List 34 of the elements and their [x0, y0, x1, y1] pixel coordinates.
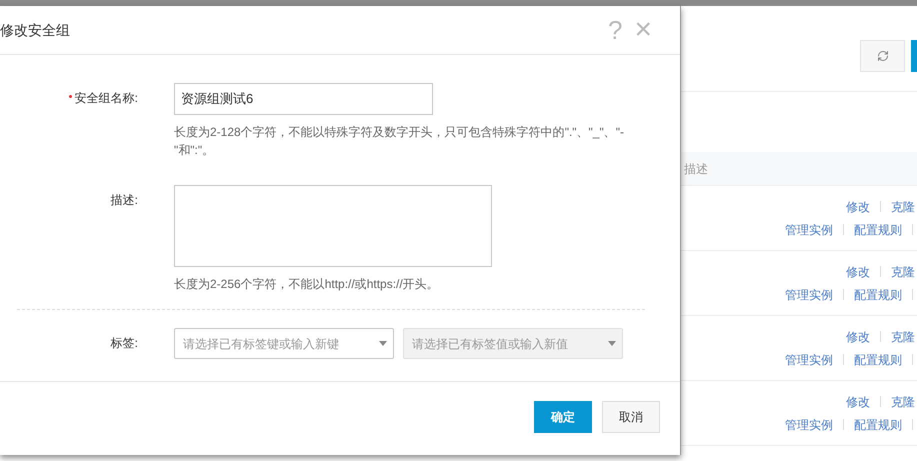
dialog-title: 修改安全组: [0, 20, 71, 40]
action-link[interactable]: 修改: [846, 328, 870, 346]
description-input[interactable]: [174, 185, 492, 267]
action-link[interactable]: 管理实例: [785, 416, 833, 434]
action-link[interactable]: 配置规则: [854, 220, 902, 238]
field-label: 安全组名称:: [74, 90, 138, 106]
confirm-button[interactable]: 确定: [534, 401, 592, 433]
tag-select[interactable]: 请选择已有标签键或输入新键: [174, 328, 394, 359]
action-link[interactable]: 配置规则: [854, 286, 902, 304]
action-link[interactable]: 配置规则: [854, 416, 902, 434]
action-link[interactable]: 克隆: [891, 328, 915, 346]
action-link[interactable]: 管理实例: [785, 350, 833, 368]
cancel-button[interactable]: 取消: [602, 401, 660, 433]
action-link[interactable]: 克隆: [891, 262, 915, 280]
action-link[interactable]: 配置规则: [854, 350, 902, 368]
action-link[interactable]: 修改: [846, 392, 870, 410]
select-placeholder: 请选择已有标签值或输入新值: [412, 336, 569, 352]
field-label: 描述:: [110, 192, 138, 208]
action-link[interactable]: 修改: [846, 198, 870, 216]
action-link[interactable]: 修改: [846, 262, 870, 280]
select-placeholder: 请选择已有标签键或输入新键: [183, 336, 340, 352]
refresh-button[interactable]: [860, 40, 905, 72]
name-input[interactable]: 资源组测试6: [174, 83, 433, 115]
action-link[interactable]: 管理实例: [785, 220, 833, 238]
action-link[interactable]: 克隆: [891, 198, 915, 216]
column-header: 描述: [683, 160, 708, 178]
action-link[interactable]: 克隆: [891, 392, 915, 410]
refresh-icon: [876, 50, 888, 62]
field-hint: 长度为2-128个字符，不能以特殊字符及数字开头，只可包含特殊字符中的"."、"_"、"-"和":"。: [174, 124, 625, 159]
caret-icon: [608, 341, 616, 346]
field-label: 标签:: [110, 335, 138, 351]
field-hint: 长度为2-256个字符，不能以http://或https://开头。: [174, 276, 440, 293]
caret-icon: [379, 341, 387, 346]
action-link[interactable]: 管理实例: [785, 286, 833, 304]
